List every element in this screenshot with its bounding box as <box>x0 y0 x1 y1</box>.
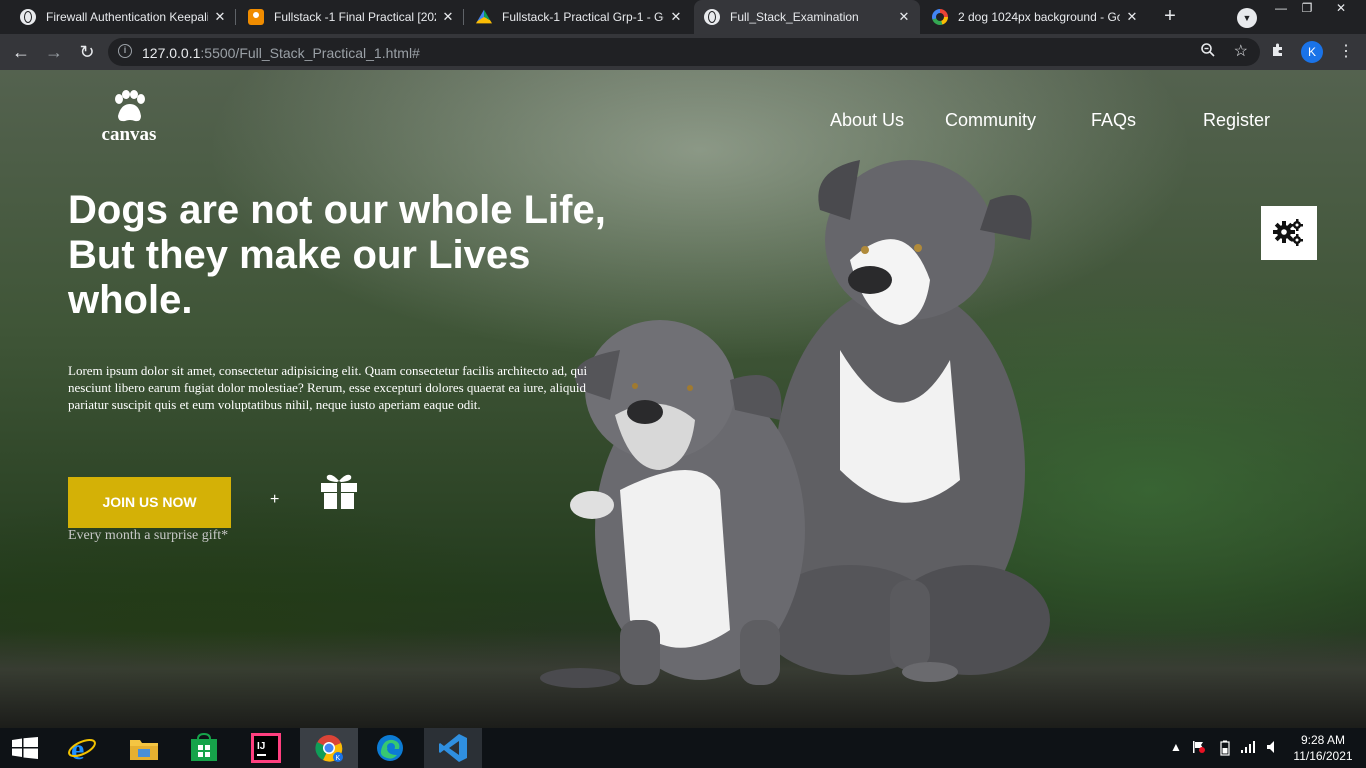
close-tab-icon[interactable]: ✕ <box>1124 9 1140 25</box>
vscode-icon[interactable] <box>424 728 482 768</box>
tab-search-icon[interactable]: ▼ <box>1237 8 1257 28</box>
drive-icon <box>476 9 492 24</box>
page-viewport: canvas About Us Community FAQs Register … <box>0 70 1366 728</box>
tab-title: 2 dog 1024px background - Go <box>958 10 1120 24</box>
globe-icon <box>20 9 36 25</box>
profile-avatar[interactable]: K <box>1301 41 1323 63</box>
nav-faqs[interactable]: FAQs <box>1091 110 1136 131</box>
classroom-icon <box>248 9 264 25</box>
volume-icon[interactable] <box>1266 740 1278 757</box>
reload-icon[interactable]: ↻ <box>75 40 99 64</box>
browser-tab[interactable]: Firewall Authentication Keepali ✕ <box>10 0 236 34</box>
windows-taskbar: e IJ K ▲ 9:28 AM 11/16/2021 <box>0 728 1366 768</box>
site-logo[interactable]: canvas <box>96 90 162 146</box>
nav-register[interactable]: Register <box>1203 110 1270 131</box>
show-hidden-icons-icon[interactable]: ▲ <box>1170 740 1182 754</box>
svg-text:IJ: IJ <box>257 741 265 752</box>
url-text[interactable]: 127.0.0.1:5500/Full_Stack_Practical_1.ht… <box>142 45 420 61</box>
browser-tab[interactable]: Fullstack-1 Practical Grp-1 - Go ✕ <box>466 0 692 34</box>
extensions-icon[interactable] <box>1270 42 1286 63</box>
browser-tab[interactable]: 2 dog 1024px background - Go ✕ <box>922 0 1148 34</box>
nav-community[interactable]: Community <box>945 110 1036 131</box>
gears-icon <box>1273 219 1303 246</box>
system-clock[interactable]: 9:28 AM 11/16/2021 <box>1288 732 1358 764</box>
close-tab-icon[interactable]: ✕ <box>668 9 684 25</box>
tab-title: Fullstack -1 Final Practical [202 <box>274 10 436 24</box>
back-icon[interactable]: ← <box>9 40 33 64</box>
address-bar[interactable]: i 127.0.0.1:5500/Full_Stack_Practical_1.… <box>108 38 1260 66</box>
file-explorer-icon[interactable] <box>116 728 172 768</box>
hero-description: Lorem ipsum dolor sit amet, consectetur … <box>68 363 588 412</box>
windows-start-icon[interactable] <box>0 728 50 768</box>
browser-toolbar: ← → ↻ i 127.0.0.1:5500/Full_Stack_Practi… <box>0 34 1366 70</box>
close-tab-icon[interactable]: ✕ <box>440 9 456 25</box>
browser-tab-strip: Firewall Authentication Keepali ✕ Fullst… <box>0 0 1366 34</box>
wifi-signal-icon[interactable] <box>1240 740 1256 757</box>
tab-title: Full_Stack_Examination <box>730 10 859 24</box>
join-us-now-button[interactable]: JOIN US NOW <box>68 477 231 528</box>
tab-title: Firewall Authentication Keepali <box>46 10 208 24</box>
close-tab-icon[interactable]: ✕ <box>896 9 912 25</box>
globe-icon <box>704 9 720 25</box>
logo-text: canvas <box>101 124 157 145</box>
clock-time: 9:28 AM <box>1300 733 1346 747</box>
site-info-icon[interactable]: i <box>118 44 132 58</box>
clock-date: 11/16/2021 <box>1293 749 1353 763</box>
surprise-gift-note: Every month a surprise gift* <box>68 528 229 543</box>
edge-icon[interactable] <box>362 728 418 768</box>
menu-icon[interactable]: ⋮ <box>1338 41 1354 63</box>
zoom-icon[interactable] <box>1200 42 1216 62</box>
new-tab-button[interactable]: + <box>1158 5 1182 29</box>
nav-about-us[interactable]: About Us <box>830 110 904 131</box>
internet-explorer-icon[interactable]: e <box>54 728 110 768</box>
gift-icon <box>321 474 357 509</box>
forward-icon[interactable]: → <box>42 40 66 64</box>
battery-icon[interactable] <box>1220 740 1230 759</box>
tab-title: Fullstack-1 Practical Grp-1 - Go <box>502 10 664 24</box>
browser-tab-active[interactable]: Full_Stack_Examination ✕ <box>694 0 920 34</box>
bookmark-star-icon[interactable]: ☆ <box>1234 41 1248 61</box>
svg-text:e: e <box>71 733 84 763</box>
chrome-icon[interactable]: K <box>300 728 358 768</box>
plus-sign: + <box>270 491 280 508</box>
paw-icon <box>115 90 145 122</box>
intellij-icon[interactable]: IJ <box>238 728 294 768</box>
browser-tab[interactable]: Fullstack -1 Final Practical [202 ✕ <box>238 0 464 34</box>
settings-button[interactable] <box>1261 206 1317 260</box>
close-tab-icon[interactable]: ✕ <box>212 9 228 25</box>
notification-flag-icon[interactable] <box>1192 740 1206 757</box>
hero-headline: Dogs are not our whole Life, But they ma… <box>68 188 606 322</box>
google-icon <box>932 9 948 25</box>
window-close-icon[interactable]: ✕ <box>1326 0 1356 18</box>
svg-text:K: K <box>336 755 341 762</box>
store-icon[interactable] <box>176 728 232 768</box>
restore-icon[interactable]: ❐ <box>1292 0 1322 18</box>
